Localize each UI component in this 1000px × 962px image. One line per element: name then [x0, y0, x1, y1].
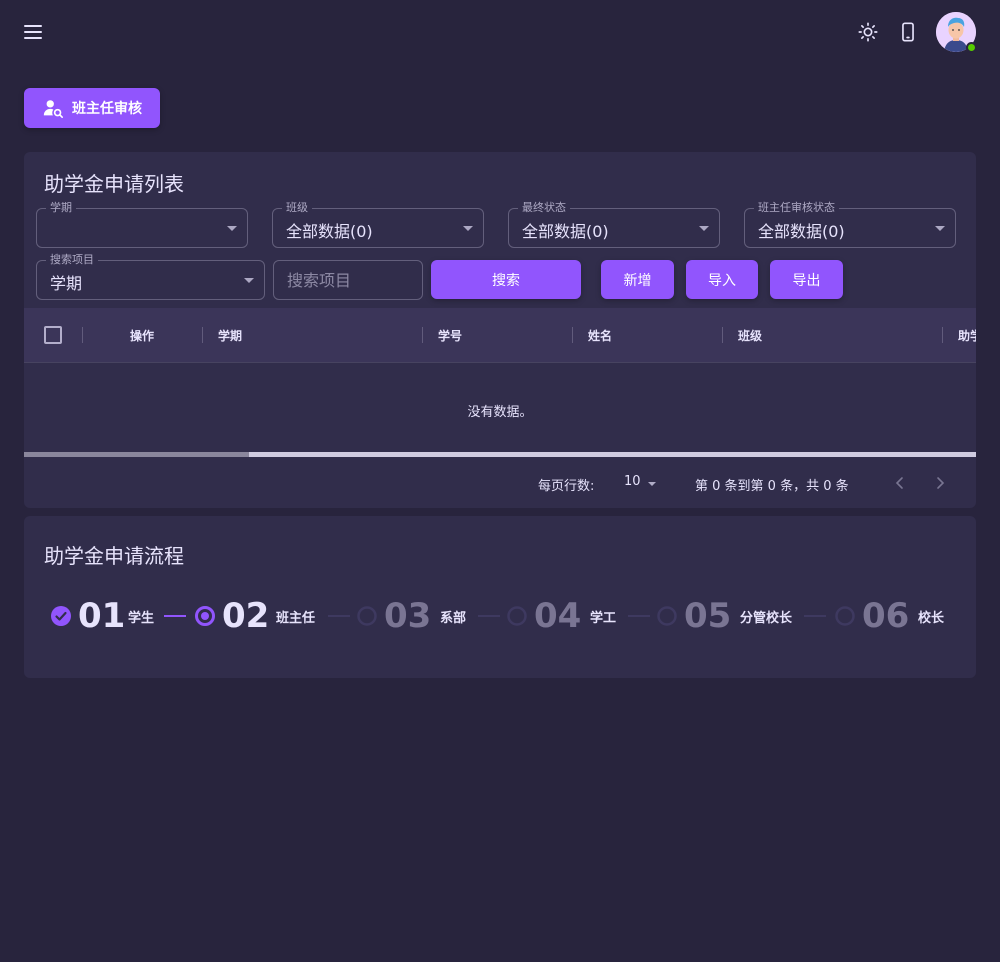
- online-status-dot: [966, 42, 977, 53]
- chevron-down-icon: [227, 226, 237, 231]
- import-button[interactable]: 导入: [686, 260, 758, 299]
- grant-application-flow-card: 助学金申请流程 01 学生 02 班主任 03 系部 04 学工 05 分管校长…: [24, 516, 976, 678]
- step-number: 05: [684, 596, 732, 636]
- radio-empty-icon: [507, 606, 527, 626]
- pagination-range-text: 第 0 条到第 0 条，共 0 条: [695, 479, 849, 494]
- step-connector: [164, 615, 186, 617]
- step-label: 学生: [128, 611, 155, 626]
- class-filter-select[interactable]: 班级 全部数据(0): [272, 201, 484, 248]
- column-separator: [422, 327, 423, 343]
- step-number: 06: [862, 596, 910, 636]
- chevron-down-icon: [699, 226, 709, 231]
- step-connector: [804, 615, 826, 617]
- chevron-right-icon: [937, 477, 945, 489]
- rows-per-page-value: 10: [624, 474, 641, 489]
- no-data-text: 没有数据。: [467, 405, 533, 420]
- top-app-bar: [0, 0, 1000, 64]
- step-label: 系部: [440, 611, 467, 626]
- step-label: 校长: [918, 611, 945, 626]
- user-search-icon: [43, 100, 63, 118]
- rows-per-page-label: 每页行数:: [538, 479, 595, 494]
- chevron-down-icon: [244, 278, 254, 283]
- chevron-down-icon: [935, 226, 945, 231]
- step-connector: [628, 615, 650, 617]
- radio-empty-icon: [835, 606, 855, 626]
- add-button[interactable]: 新增: [601, 260, 674, 299]
- search-field-label: 搜索项目: [46, 253, 98, 267]
- class-teacher-review-button[interactable]: 班主任审核: [24, 88, 160, 128]
- step-number: 01: [78, 596, 126, 636]
- final-status-filter-label: 最终状态: [518, 201, 570, 215]
- column-header-semester[interactable]: 学期: [218, 327, 242, 344]
- select-all-checkbox[interactable]: [44, 326, 62, 344]
- column-separator: [202, 327, 203, 343]
- table-header: 操作 学期 学号 姓名 班级 助学: [24, 308, 976, 362]
- grant-application-list-card: 助学金申请列表 学期 班级 全部数据(0) 最终状态 全部数据(0) 班主任审核…: [24, 152, 976, 508]
- column-separator: [942, 327, 943, 343]
- semester-filter-select[interactable]: 学期: [36, 201, 248, 248]
- table-empty-row: 没有数据。: [24, 362, 976, 452]
- flow-card-title: 助学金申请流程: [44, 544, 184, 568]
- chevron-down-icon: [463, 226, 473, 231]
- chevron-down-icon: [648, 482, 656, 486]
- mobile-device-icon[interactable]: [894, 18, 922, 46]
- export-button[interactable]: 导出: [770, 260, 843, 299]
- step-connector: [328, 615, 350, 617]
- search-button[interactable]: 搜索: [431, 260, 581, 299]
- search-input[interactable]: [273, 260, 423, 300]
- teacher-review-status-filter-value: 全部数据(0): [758, 222, 845, 241]
- hamburger-menu-icon[interactable]: [20, 20, 46, 44]
- step-number: 02: [222, 596, 270, 636]
- rows-per-page-select[interactable]: 10: [624, 471, 664, 495]
- step-connector: [478, 615, 500, 617]
- review-button-label: 班主任审核: [72, 101, 142, 117]
- search-field-select[interactable]: 搜索项目 学期: [36, 253, 265, 300]
- class-filter-label: 班级: [282, 201, 312, 215]
- teacher-review-status-filter-select[interactable]: 班主任审核状态 全部数据(0): [744, 201, 956, 248]
- column-separator: [82, 327, 83, 343]
- step-number: 04: [534, 596, 582, 636]
- column-separator: [722, 327, 723, 343]
- step-label: 班主任: [276, 611, 316, 626]
- teacher-review-status-filter-label: 班主任审核状态: [754, 201, 839, 215]
- radio-empty-icon: [657, 606, 677, 626]
- previous-page-button[interactable]: [888, 471, 912, 495]
- next-page-button[interactable]: [928, 471, 952, 495]
- column-separator: [572, 327, 573, 343]
- final-status-filter-select[interactable]: 最终状态 全部数据(0): [508, 201, 720, 248]
- semester-filter-label: 学期: [46, 201, 76, 215]
- radio-empty-icon: [357, 606, 377, 626]
- step-number: 03: [384, 596, 432, 636]
- sun-brightness-icon[interactable]: [854, 18, 882, 46]
- column-header-class[interactable]: 班级: [738, 327, 762, 344]
- column-header-student-id[interactable]: 学号: [438, 327, 462, 344]
- final-status-filter-value: 全部数据(0): [522, 222, 609, 241]
- chevron-left-icon: [895, 477, 903, 489]
- column-header-actions[interactable]: 操作: [130, 327, 154, 344]
- process-stepper: 01 学生 02 班主任 03 系部 04 学工 05 分管校长 06 校长: [50, 596, 960, 636]
- user-avatar[interactable]: [936, 12, 977, 53]
- column-header-grant[interactable]: 助学: [958, 327, 976, 344]
- class-filter-value: 全部数据(0): [286, 222, 373, 241]
- search-field-value: 学期: [50, 274, 83, 293]
- step-label: 分管校长: [740, 611, 793, 626]
- step-label: 学工: [590, 611, 617, 626]
- column-header-name[interactable]: 姓名: [588, 327, 612, 344]
- list-card-title: 助学金申请列表: [44, 172, 184, 196]
- radio-active-icon: [195, 606, 215, 626]
- check-circle-icon: [51, 606, 71, 626]
- table-pagination: 每页行数: 10 第 0 条到第 0 条，共 0 条: [24, 457, 976, 508]
